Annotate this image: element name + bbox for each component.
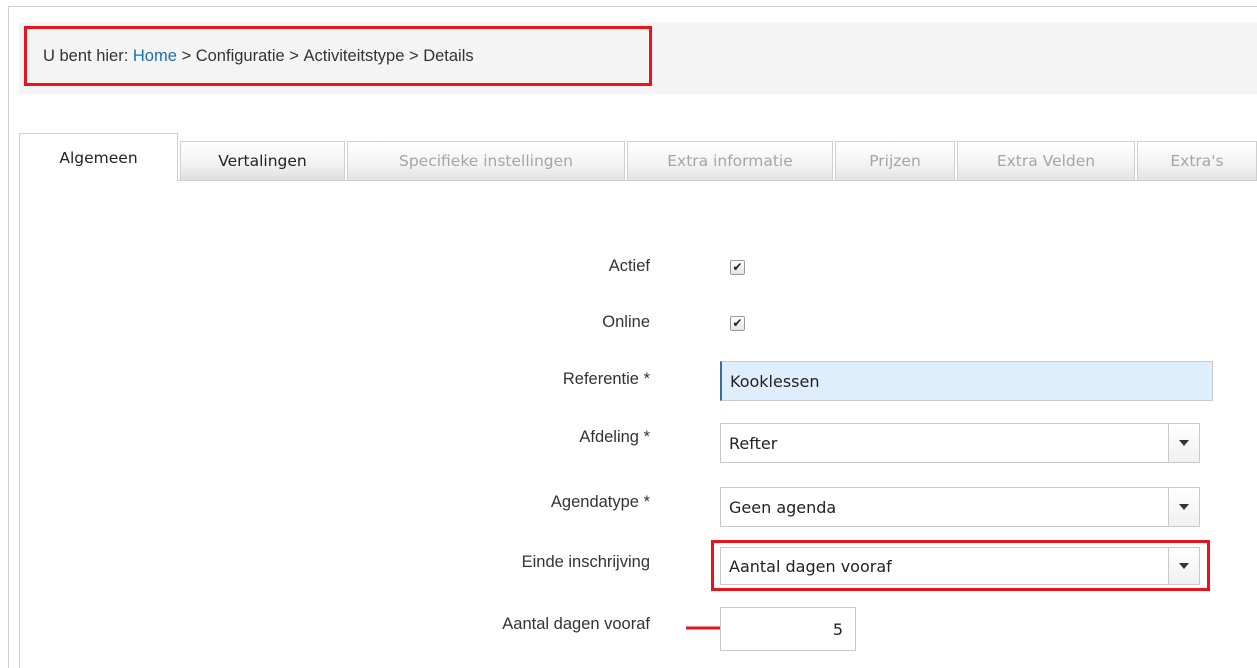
aantal-dagen-input[interactable]: 5: [720, 607, 856, 651]
afdeling-value: Refter: [729, 433, 778, 453]
tab-extra-informatie: Extra informatie: [627, 141, 833, 181]
afdeling-label: Afdeling *: [579, 428, 650, 446]
chevron-down-icon: [1179, 504, 1189, 510]
tab-bar: Algemeen Vertalingen Specifieke instelli…: [19, 133, 1257, 181]
tab-extras: Extra's: [1137, 141, 1257, 181]
afdeling-dropdown-button[interactable]: [1168, 424, 1199, 462]
panel-border: [19, 180, 20, 668]
breadcrumb-separator: >: [176, 46, 196, 65]
actief-checkbox[interactable]: ✔: [730, 260, 745, 275]
breadcrumb-activiteitstype: Activiteitstype: [303, 46, 405, 65]
breadcrumb-home-link[interactable]: Home: [133, 47, 177, 66]
tab-extra-velden: Extra Velden: [957, 141, 1135, 181]
tab-algemeen[interactable]: Algemeen: [19, 133, 178, 181]
einde-inschrijving-label: Einde inschrijving: [521, 553, 650, 571]
aantal-dagen-label: Aantal dagen vooraf: [502, 615, 650, 633]
einde-inschrijving-select[interactable]: Aantal dagen vooraf: [720, 547, 1200, 585]
breadcrumb-prefix: U bent hier:: [43, 46, 133, 65]
breadcrumb-separator: >: [404, 46, 424, 65]
breadcrumb-details: Details: [423, 46, 474, 65]
agendatype-select[interactable]: Geen agenda: [720, 487, 1200, 527]
einde-inschrijving-dropdown-button[interactable]: [1168, 548, 1199, 584]
agendatype-dropdown-button[interactable]: [1168, 488, 1199, 526]
breadcrumb-configuratie: Configuratie: [195, 46, 285, 65]
agendatype-label: Agendatype *: [550, 493, 650, 511]
actief-label: Actief: [608, 257, 650, 275]
referentie-input[interactable]: Kooklessen: [720, 361, 1213, 401]
referentie-label: Referentie *: [562, 370, 650, 388]
chevron-down-icon: [1179, 563, 1189, 569]
online-label: Online: [602, 313, 650, 331]
chevron-down-icon: [1179, 440, 1189, 446]
einde-inschrijving-value: Aantal dagen vooraf: [729, 556, 892, 576]
tab-prijzen: Prijzen: [835, 141, 955, 181]
afdeling-select[interactable]: Refter: [720, 423, 1200, 463]
tab-specifieke-instellingen: Specifieke instellingen: [347, 141, 625, 181]
online-checkbox[interactable]: ✔: [730, 316, 745, 331]
tab-divider: [19, 180, 1257, 181]
agendatype-value: Geen agenda: [729, 497, 837, 517]
breadcrumb-separator: >: [284, 46, 304, 65]
tab-vertalingen[interactable]: Vertalingen: [180, 141, 345, 181]
breadcrumb: U bent hier: Home > Configuratie > Activ…: [24, 26, 652, 86]
